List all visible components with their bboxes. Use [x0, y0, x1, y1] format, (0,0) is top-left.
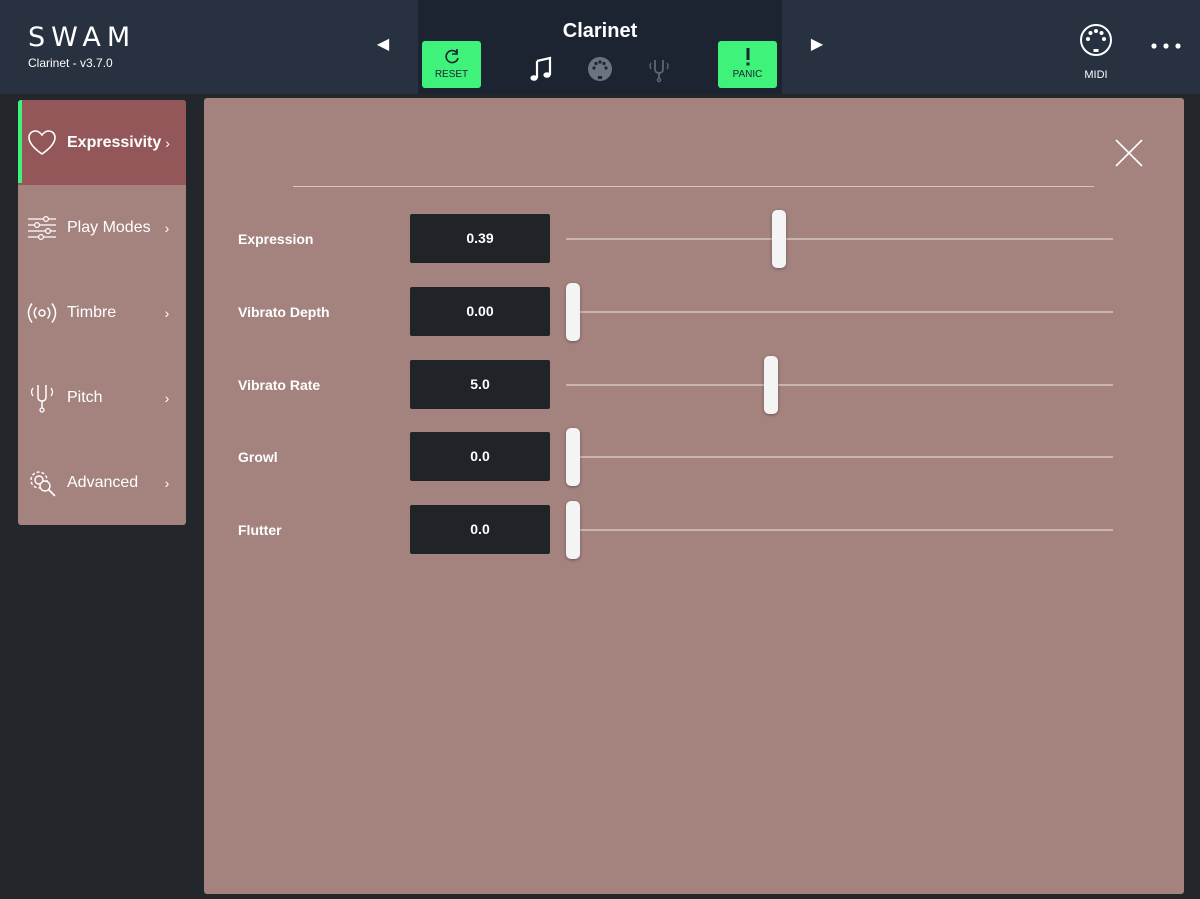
tuning-fork-icon: [30, 384, 54, 413]
chevron-right-icon: ›: [165, 134, 170, 151]
previous-instrument-button[interactable]: ◀: [373, 35, 393, 55]
param-label: Vibrato Depth: [238, 304, 330, 320]
flutter-value-field[interactable]: 0.0: [410, 505, 550, 554]
exclamation-icon: [746, 48, 749, 66]
next-instrument-button[interactable]: ▶: [807, 35, 827, 55]
top-bar: SWAM Clarinet - v3.7.0 ◀ Clarinet RESET: [0, 0, 1200, 94]
sidebar-item-label: Timbre: [67, 303, 117, 321]
music-note-icon[interactable]: [526, 54, 556, 84]
more-options-icon[interactable]: [1150, 36, 1182, 56]
vibrato-rate-value-field[interactable]: 5.0: [410, 360, 550, 409]
slider-track: [566, 238, 1113, 240]
vibrato-depth-slider[interactable]: [566, 283, 1113, 341]
slider-track: [566, 456, 1113, 458]
slider-thumb[interactable]: [566, 428, 580, 486]
flutter-slider[interactable]: [566, 501, 1113, 559]
sidebar-item-label: Advanced: [67, 473, 139, 491]
sliders-icon: [28, 215, 56, 240]
sidebar-item-pitch[interactable]: Pitch ›: [18, 355, 186, 440]
instrument-panel: Clarinet RESET PANIC: [418, 0, 782, 94]
midi-label: MIDI: [1084, 69, 1108, 81]
vibrato-rate-slider[interactable]: [566, 356, 1113, 414]
slider-thumb[interactable]: [566, 501, 580, 559]
midi-connector-icon: [1080, 24, 1112, 56]
panic-label: PANIC: [732, 69, 763, 80]
slider-thumb[interactable]: [566, 283, 580, 341]
slider-thumb[interactable]: [772, 210, 787, 268]
reset-label: RESET: [434, 69, 469, 80]
slider-track: [566, 529, 1113, 531]
param-row-flutter: Flutter 0.0: [204, 501, 1184, 559]
slider-track: [566, 384, 1113, 386]
sidebar-item-play-modes[interactable]: Play Modes ›: [18, 185, 186, 270]
param-label: Vibrato Rate: [238, 377, 321, 393]
growl-value-field[interactable]: 0.0: [410, 432, 550, 481]
expressivity-panel: Expression 0.39 Vibrato Depth 0.00 Vibra…: [204, 98, 1184, 894]
reset-button[interactable]: RESET: [422, 41, 481, 88]
midi-button[interactable]: MIDI: [1076, 22, 1116, 81]
expression-value-field[interactable]: 0.39: [410, 214, 550, 263]
midi-port-icon[interactable]: [585, 54, 615, 84]
param-row-growl: Growl 0.0: [204, 428, 1184, 486]
sidebar-item-label: Expressivity: [67, 133, 162, 151]
sidebar-item-label: Pitch: [67, 388, 103, 406]
param-row-expression: Expression 0.39: [204, 210, 1184, 268]
chevron-right-icon: ›: [164, 219, 170, 236]
slider-thumb[interactable]: [764, 356, 779, 414]
sidebar: Expressivity › Play Modes › Timbre › Pit…: [18, 100, 186, 525]
divider: [293, 186, 1094, 187]
sidebar-item-expressivity[interactable]: Expressivity ›: [18, 100, 186, 185]
param-label: Growl: [238, 449, 278, 465]
param-label: Flutter: [238, 522, 282, 538]
close-icon[interactable]: [1114, 138, 1144, 168]
advanced-gear-icon: [30, 470, 56, 497]
sidebar-item-label: Play Modes: [67, 218, 151, 236]
chevron-right-icon: ›: [164, 389, 170, 406]
sidebar-item-advanced[interactable]: Advanced ›: [18, 440, 186, 525]
broadcast-icon: [27, 302, 57, 323]
tuning-fork-tab-icon[interactable]: [644, 54, 674, 84]
refresh-icon: [444, 49, 459, 64]
growl-slider[interactable]: [566, 428, 1113, 486]
slider-track: [566, 311, 1113, 313]
expression-slider[interactable]: [566, 210, 1113, 268]
param-row-vibrato-depth: Vibrato Depth 0.00: [204, 283, 1184, 341]
panic-button[interactable]: PANIC: [718, 41, 777, 88]
brand-logo: SWAM: [28, 22, 137, 53]
param-label: Expression: [238, 231, 314, 247]
version-label: Clarinet - v3.7.0: [28, 56, 113, 70]
heart-icon: [28, 129, 56, 155]
param-row-vibrato-rate: Vibrato Rate 5.0: [204, 356, 1184, 414]
sidebar-item-timbre[interactable]: Timbre ›: [18, 270, 186, 355]
vibrato-depth-value-field[interactable]: 0.00: [410, 287, 550, 336]
chevron-right-icon: ›: [164, 474, 170, 491]
brand: SWAM Clarinet - v3.7.0: [28, 22, 136, 70]
chevron-right-icon: ›: [164, 304, 170, 321]
instrument-title: Clarinet: [562, 20, 638, 42]
